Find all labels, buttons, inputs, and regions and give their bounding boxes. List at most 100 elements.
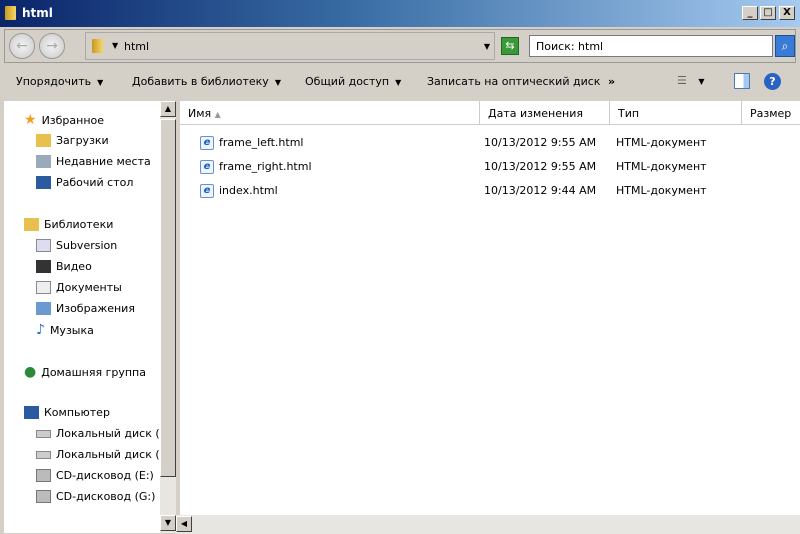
command-bar: Упорядочить ▼ Добавить в библиотеку ▼ Общи… <box>0 66 800 98</box>
help-button[interactable]: ? <box>764 73 781 90</box>
sidebar-item-label: Рабочий стол <box>56 176 134 189</box>
star-icon: ★ <box>24 112 37 128</box>
html-file-icon: e <box>200 136 214 150</box>
file-name: frame_left.html <box>219 136 304 149</box>
cd-drive-icon <box>36 469 51 482</box>
chevron-down-icon: ▼ <box>274 78 281 87</box>
cd-drive-icon <box>36 490 51 503</box>
sidebar-item-label: Видео <box>56 260 92 273</box>
title-bar: html _ □ X <box>0 0 800 27</box>
sidebar-item-label: Домашняя группа <box>41 365 146 379</box>
sidebar-item-pictures[interactable]: Изображения <box>36 302 135 315</box>
file-row[interactable]: e index.html 10/13/2012 9:44 AM HTML-док… <box>180 179 800 203</box>
breadcrumb[interactable]: ▼ html ▼ <box>85 32 495 60</box>
column-header-date[interactable]: Дата изменения <box>480 101 610 125</box>
sidebar-item-label: Избранное <box>41 113 105 127</box>
sidebar-item-desktop[interactable]: Рабочий стол <box>36 176 133 189</box>
music-icon: ♪ <box>36 322 45 338</box>
sidebar-item-homegroup[interactable]: ● Домашняя группа <box>24 364 146 380</box>
forward-button[interactable]: → <box>39 33 65 59</box>
share-button[interactable]: Общий доступ ▼ <box>305 75 401 88</box>
scroll-up-icon[interactable]: ▲ <box>160 101 176 117</box>
add-library-label: Добавить в библиотеку <box>132 75 269 88</box>
hard-disk-icon <box>36 450 51 459</box>
address-bar: ← → ▼ html ▼ ⇆ Поиск: html ⌕ <box>4 29 796 63</box>
sidebar-item-downloads[interactable]: Загрузки <box>36 134 109 147</box>
view-icon[interactable]: ☰ ▼ <box>677 74 705 87</box>
hard-disk-icon <box>36 429 51 438</box>
preview-pane-button[interactable] <box>734 73 750 89</box>
sidebar-item-label: Документы <box>56 281 122 294</box>
file-type: HTML-документ <box>616 160 707 173</box>
document-icon <box>36 239 51 252</box>
folder-icon <box>5 6 16 20</box>
folder-icon <box>92 39 103 53</box>
sidebar-item-documents[interactable]: Документы <box>36 281 122 294</box>
sidebar-item-label: Музыка <box>49 323 94 337</box>
sidebar-item-computer[interactable]: Компьютер <box>24 406 110 419</box>
recent-places-icon <box>36 155 51 168</box>
file-date: 10/13/2012 9:44 AM <box>484 184 597 197</box>
file-date: 10/13/2012 9:55 AM <box>484 160 597 173</box>
navigation-pane: ★ Избранное Загрузки Недавние места Рабоч… <box>4 101 160 533</box>
sidebar-item-favorites[interactable]: ★ Избранное <box>24 112 104 128</box>
horizontal-scrollbar[interactable]: ◀ <box>176 515 800 534</box>
chevron-down-icon: ▼ <box>97 78 104 87</box>
libraries-icon <box>24 218 39 231</box>
organize-label: Упорядочить <box>16 75 92 88</box>
sidebar-item-label: Subversion <box>56 239 118 252</box>
video-icon <box>36 260 51 273</box>
sidebar-item-local-disk-1[interactable]: Локальный диск ( <box>36 427 160 440</box>
sidebar-item-label: Недавние места <box>56 155 151 168</box>
sidebar-item-libraries[interactable]: Библиотеки <box>24 218 113 231</box>
breadcrumb-html[interactable]: html <box>124 40 149 53</box>
sort-ascending-icon: ▲ <box>214 110 221 119</box>
sidebar-item-recent[interactable]: Недавние места <box>36 155 151 168</box>
chevron-down-icon[interactable]: ▼ <box>112 41 118 50</box>
search-input[interactable]: Поиск: html <box>529 35 773 57</box>
column-label: Имя <box>188 107 212 120</box>
chevron-down-icon: ▼ <box>395 78 402 87</box>
burn-button[interactable]: Записать на оптический диск <box>427 75 600 88</box>
html-file-icon: e <box>200 184 214 198</box>
column-header-name[interactable]: Имя ▲ <box>180 101 480 125</box>
scroll-left-icon[interactable]: ◀ <box>176 516 192 532</box>
sidebar-item-label: CD-дисковод (E:) <box>56 469 154 482</box>
column-header-type[interactable]: Тип <box>610 101 742 125</box>
sidebar-item-label: Загрузки <box>56 134 109 147</box>
file-date: 10/13/2012 9:55 AM <box>484 136 597 149</box>
sidebar-item-label: CD-дисковод (G:) <box>56 490 156 503</box>
sidebar-item-cd-e[interactable]: CD-дисковод (E:) <box>36 469 154 482</box>
close-button[interactable]: X <box>779 6 795 20</box>
search-icon[interactable]: ⌕ <box>775 35 795 57</box>
sidebar-item-subversion[interactable]: Subversion <box>36 239 117 252</box>
scroll-thumb[interactable] <box>160 119 176 477</box>
desktop-icon <box>36 176 51 189</box>
add-to-library-button[interactable]: Добавить в библиотеку ▼ <box>132 75 281 88</box>
sidebar-item-music[interactable]: ♪ Музыка <box>36 322 94 338</box>
sidebar-item-video[interactable]: Видео <box>36 260 92 273</box>
sidebar-item-label: Библиотеки <box>44 218 114 231</box>
sidebar-item-label: Компьютер <box>44 406 110 419</box>
column-header-size[interactable]: Размер <box>742 101 800 125</box>
minimize-button[interactable]: _ <box>742 6 758 20</box>
file-row[interactable]: e frame_right.html 10/13/2012 9:55 AM HT… <box>180 155 800 179</box>
organize-button[interactable]: Упорядочить ▼ <box>16 75 103 88</box>
history-dropdown-icon[interactable]: ▼ <box>484 42 490 51</box>
sidebar-scrollbar[interactable]: ▲ ▼ <box>160 101 176 533</box>
file-row[interactable]: e frame_left.html 10/13/2012 9:55 AM HTM… <box>180 131 800 155</box>
sidebar-item-cd-g[interactable]: CD-дисковод (G:) <box>36 490 155 503</box>
sidebar-item-label: Локальный диск ( <box>56 427 160 440</box>
scroll-down-icon[interactable]: ▼ <box>160 515 176 531</box>
refresh-button[interactable]: ⇆ <box>501 37 519 55</box>
computer-icon <box>24 406 39 419</box>
pictures-icon <box>36 302 51 315</box>
window-title: html <box>22 6 53 20</box>
back-button[interactable]: ← <box>9 33 35 59</box>
maximize-button[interactable]: □ <box>760 6 776 20</box>
file-list: Имя ▲ Дата изменения Тип Размер e frame_… <box>180 101 800 515</box>
sidebar-item-local-disk-2[interactable]: Локальный диск ( <box>36 448 160 461</box>
sidebar-item-label: Локальный диск ( <box>56 448 160 461</box>
more-button[interactable]: » <box>608 75 615 88</box>
file-type: HTML-документ <box>616 184 707 197</box>
